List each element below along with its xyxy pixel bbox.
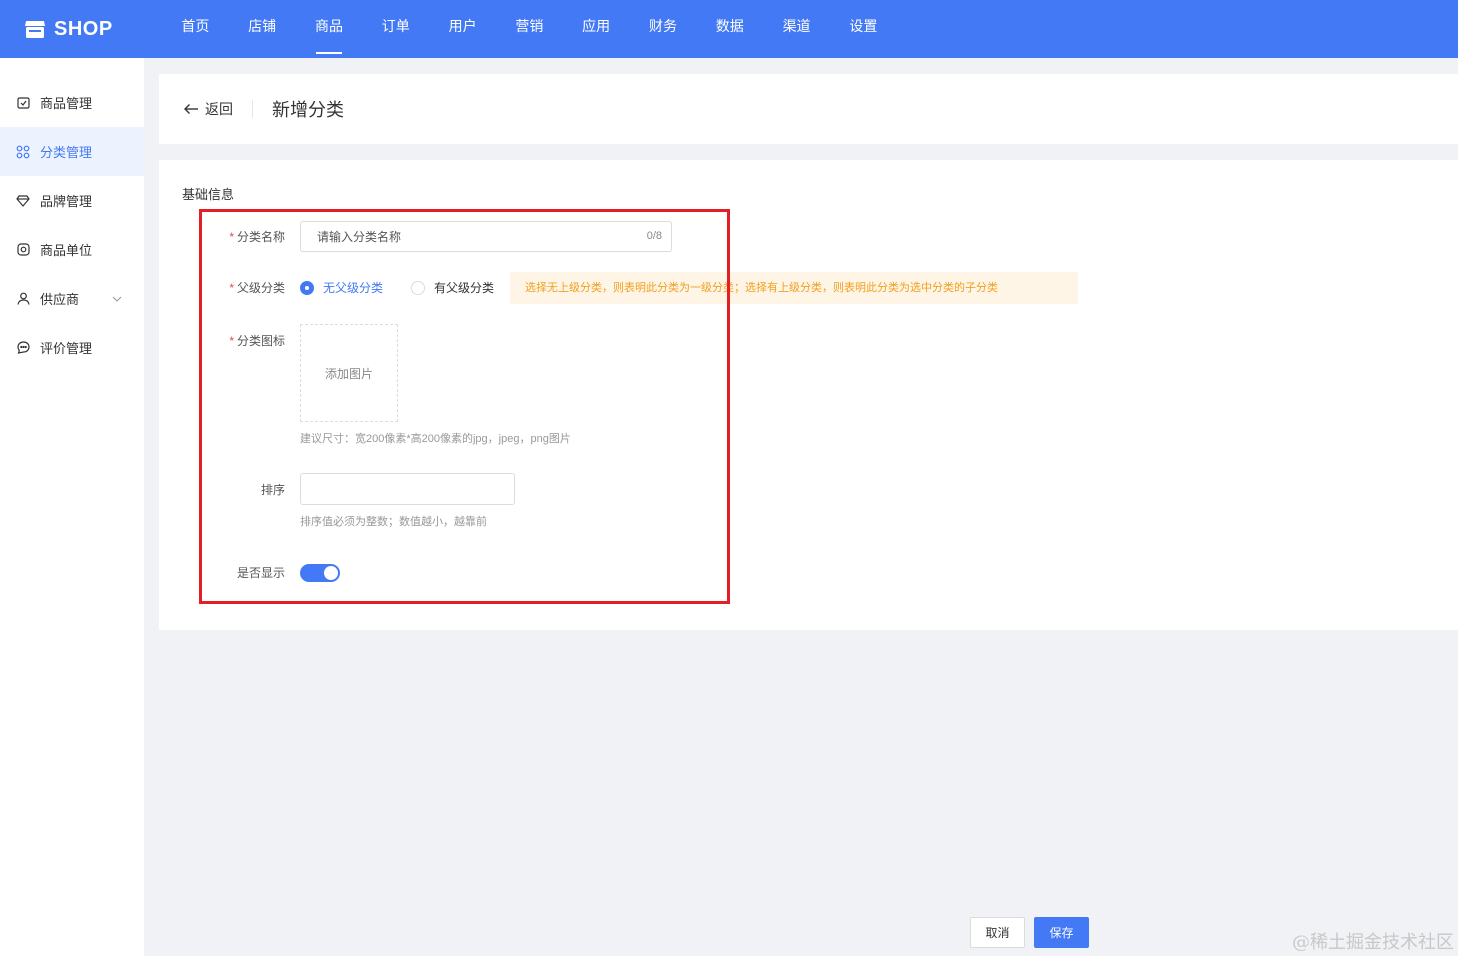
sidebar-item-supplier[interactable]: 供应商 (0, 274, 144, 323)
display-label: 是否显示 (236, 566, 285, 580)
page-header: 返回 新增分类 (159, 74, 1458, 144)
nav-item-apps[interactable]: 应用 (563, 0, 630, 58)
save-button[interactable]: 保存 (1034, 917, 1089, 948)
logo-text: SHOP (54, 17, 113, 40)
sidebar-item-label: 评价管理 (40, 341, 93, 356)
chat-icon (16, 341, 30, 355)
radio-has-parent[interactable]: 有父级分类 (411, 279, 494, 296)
category-name-label: * 分类名称 (195, 228, 285, 245)
sort-hint: 排序值必须为整数；数值越小，越靠前 (300, 516, 487, 528)
arrow-left-icon (184, 104, 198, 114)
radio-checked-icon (300, 280, 314, 295)
header-divider (252, 100, 253, 118)
grid-icon (16, 145, 30, 159)
shop-icon (24, 19, 46, 39)
sidebar-item-label: 分类管理 (40, 145, 93, 160)
icon-size-hint: 建议尺寸：宽200像素*高200像素的jpg，jpeg，png图片 (300, 433, 571, 445)
nav-item-finance[interactable]: 财务 (630, 0, 697, 58)
category-name-input[interactable] (301, 222, 601, 251)
sidebar-item-label: 供应商 (40, 292, 80, 307)
parent-category-tip: 选择无上级分类，则表明此分类为一级分类；选择有上级分类，则表明此分类为选中分类的… (510, 272, 1078, 304)
image-upload[interactable]: 添加图片 (300, 324, 398, 422)
parent-category-label-text: 父级分类 (236, 281, 285, 295)
radio-label: 有父级分类 (434, 281, 495, 295)
section-title: 基础信息 (182, 187, 235, 202)
page-title: 新增分类 (272, 100, 344, 120)
sort-field (300, 473, 515, 505)
sidebar-item-goods-management[interactable]: 商品管理 (0, 78, 144, 127)
category-icon-label: * 分类图标 (195, 332, 285, 349)
sidebar-item-label: 商品管理 (40, 96, 93, 111)
nav-item-marketing[interactable]: 营销 (496, 0, 563, 58)
radio-no-parent[interactable]: 无父级分类 (300, 279, 383, 296)
target-icon (16, 243, 30, 257)
char-counter: 0/8 (646, 230, 662, 242)
category-icon-label-text: 分类图标 (236, 334, 285, 348)
parent-category-label: * 父级分类 (195, 279, 285, 296)
radio-unchecked-icon (411, 280, 425, 295)
required-mark: * (229, 230, 234, 244)
nav-item-home[interactable]: 首页 (162, 0, 229, 58)
nav-item-channels[interactable]: 渠道 (763, 0, 830, 58)
back-button[interactable]: 返回 (183, 99, 233, 119)
display-toggle[interactable] (300, 564, 340, 582)
sidebar-item-category-management[interactable]: 分类管理 (0, 127, 144, 176)
sidebar-item-label: 品牌管理 (40, 194, 93, 209)
sidebar: 商品管理 分类管理 品牌管理 商品单位 供应商 评价管理 (0, 58, 144, 956)
cancel-button[interactable]: 取消 (970, 917, 1025, 948)
sort-label: 排序 (260, 483, 285, 497)
calendar-check-icon (16, 96, 30, 110)
nav-item-orders[interactable]: 订单 (362, 0, 429, 58)
required-mark: * (229, 281, 234, 295)
nav-item-settings[interactable]: 设置 (830, 0, 897, 58)
radio-label: 无父级分类 (323, 281, 384, 295)
nav-item-users[interactable]: 用户 (429, 0, 496, 58)
top-nav-bar: SHOP 首页 店铺 商品 订单 用户 营销 应用 财务 数据 渠道 设置 (0, 0, 1458, 58)
nav-item-data[interactable]: 数据 (696, 0, 763, 58)
sidebar-item-review-management[interactable]: 评价管理 (0, 323, 144, 372)
diamond-icon (16, 194, 30, 208)
sort-input[interactable] (301, 474, 514, 504)
category-name-field: 0/8 (300, 221, 672, 252)
nav-item-store[interactable]: 店铺 (229, 0, 296, 58)
category-name-label-text: 分类名称 (236, 230, 285, 244)
form-card: 基础信息 *分类名称 0/8 *父级分类 无父级分类 有父级分类 选择无上级分类… (159, 160, 1458, 630)
watermark: @稀土掘金技术社区 (1292, 932, 1454, 953)
sidebar-item-brand-management[interactable]: 品牌管理 (0, 176, 144, 225)
chevron-down-icon[interactable] (112, 292, 122, 307)
nav-item-goods[interactable]: 商品 (296, 0, 363, 58)
user-icon (16, 292, 30, 306)
main-nav: 首页 店铺 商品 订单 用户 营销 应用 财务 数据 渠道 设置 (162, 0, 897, 58)
logo[interactable]: SHOP (24, 18, 162, 41)
required-mark: * (229, 334, 234, 348)
toggle-knob (324, 566, 338, 580)
sidebar-item-label: 商品单位 (40, 243, 93, 258)
sidebar-item-goods-unit[interactable]: 商品单位 (0, 225, 144, 274)
back-button-label: 返回 (205, 101, 233, 117)
